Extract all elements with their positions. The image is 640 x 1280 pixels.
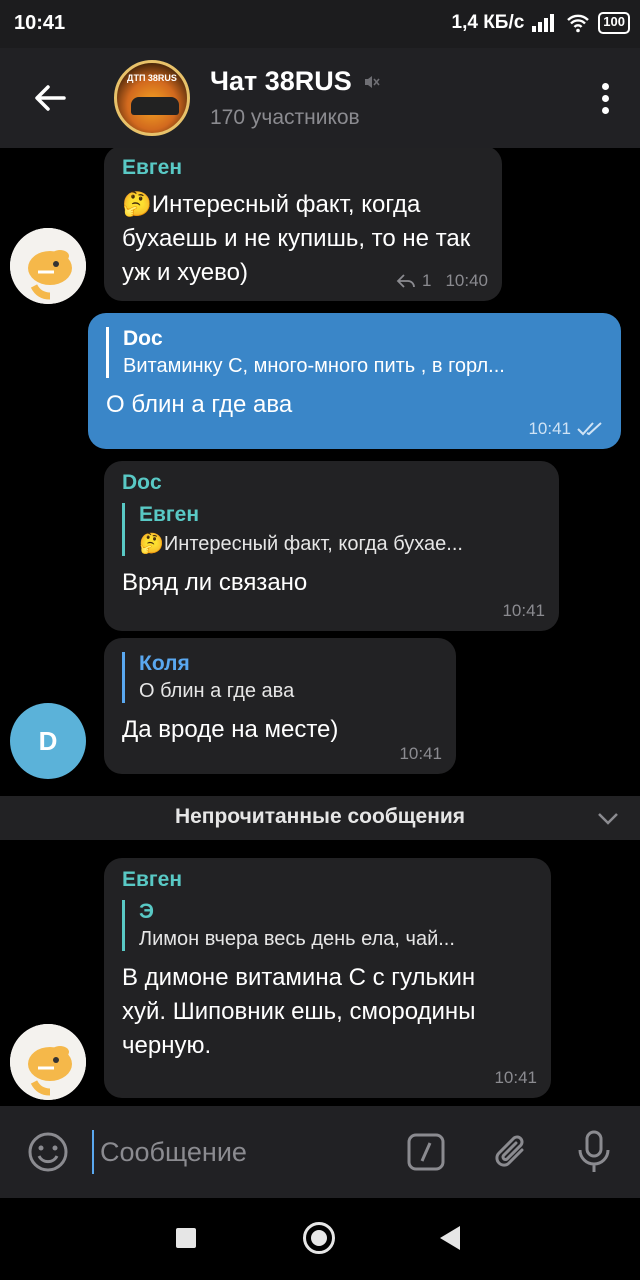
dog-avatar-icon [10,1024,86,1100]
mic-icon[interactable] [574,1128,614,1176]
message-text: Да вроде на месте) [122,716,339,743]
chat-avatar[interactable]: ДТП 38RUS [114,60,190,136]
reply-quote[interactable]: Евген 🤔Интересный факт, когда бухае... [122,503,541,556]
message-time: 10:41 [502,601,545,620]
reply-icon [396,274,415,288]
reply-quote[interactable]: Коля О блин а где ава [122,652,438,703]
message-text: О блин а где ава [106,391,293,418]
avatar-letter: D [38,725,58,756]
reply-name: Коля [139,652,190,675]
attach-icon[interactable] [492,1130,532,1174]
message-time: 10:41 [494,1068,537,1087]
chevron-down-icon[interactable] [596,808,620,828]
status-bar: 10:41 1,4 КБ/с 100 [0,0,640,48]
message-meta: 10:41 [528,419,607,439]
unread-divider: Непрочитанные сообщения [0,796,640,840]
reply-name: Э [139,900,154,923]
message-time: 10:40 [445,271,488,290]
chat-title[interactable]: Чат 38RUS [210,66,380,97]
chat-subtitle: 170 участников [210,106,360,129]
status-right: 1,4 КБ/с 100 [451,12,630,34]
sender-name[interactable]: Doc [122,471,541,495]
message-bubble[interactable]: Евген Э Лимон вчера весь день ела, чай..… [104,858,551,1098]
sender-name[interactable]: Евген [122,156,484,180]
wifi-icon [567,14,590,33]
battery-icon: 100 [598,12,630,34]
bot-command-icon[interactable] [406,1132,446,1172]
message-time: 10:41 [528,419,571,438]
double-check-icon [577,422,602,436]
message-text: Вряд ли связано [122,569,308,596]
message-bubble[interactable]: Doc Евген 🤔Интересный факт, когда бухае.… [104,461,559,631]
message-bubble[interactable]: Евген 🤔Интересный факт, когда бухаешь и … [104,148,502,301]
mute-icon [364,75,380,88]
avatar[interactable]: D [10,703,86,779]
reply-text: Витаминку С, много-много пить , в горл..… [123,355,505,377]
more-vert-icon[interactable] [600,80,610,116]
avatar[interactable] [10,228,86,304]
input-bar [0,1106,640,1198]
chat-title-text: Чат 38RUS [210,66,352,96]
message-time: 10:41 [399,744,442,763]
unread-label: Непрочитанные сообщения [174,805,466,828]
message-meta: 1 10:40 [396,271,488,291]
chat-header: ДТП 38RUS Чат 38RUS 170 участников [0,48,640,148]
emoji-icon[interactable] [26,1130,70,1174]
message-meta: 10:41 [502,601,545,621]
system-nav-bar [0,1198,640,1280]
message-meta: 10:41 [399,744,442,764]
message-bubble-outgoing[interactable]: Doc Витаминку С, много-много пить , в го… [88,313,621,449]
message-text: В димоне витамина С с гулькин хуй. Шипов… [122,964,476,1059]
status-time: 10:41 [14,12,66,34]
message-meta: 10:41 [494,1068,537,1088]
message-bubble[interactable]: Коля О блин а где ава Да вроде на месте)… [104,638,456,774]
recents-icon[interactable] [176,1228,196,1248]
home-icon[interactable] [303,1222,335,1254]
reply-text: Лимон вчера весь день ела, чай... [139,928,455,950]
reply-quote[interactable]: Doc Витаминку С, много-много пить , в го… [106,327,603,378]
reply-text: О блин а где ава [139,680,295,702]
back-arrow-icon[interactable] [30,78,70,118]
message-input[interactable] [92,1130,382,1174]
net-speed: 1,4 КБ/с [451,12,525,33]
signal-icon [532,14,558,32]
reply-name: Doc [123,327,163,350]
reply-name: Евген [139,503,200,526]
reply-count: 1 [421,271,432,290]
reply-quote[interactable]: Э Лимон вчера весь день ела, чай... [122,900,533,951]
sender-name[interactable]: Евген [122,868,533,892]
message-list[interactable]: Евген 🤔Интересный факт, когда бухаешь и … [0,148,640,1106]
nav-back-icon[interactable] [440,1226,460,1250]
avatar-label: ДТП 38RUS [127,73,177,83]
avatar[interactable] [10,1024,86,1100]
reply-text: 🤔Интересный факт, когда бухае... [139,533,463,555]
car-image [131,97,179,115]
dog-avatar-icon [10,228,86,304]
